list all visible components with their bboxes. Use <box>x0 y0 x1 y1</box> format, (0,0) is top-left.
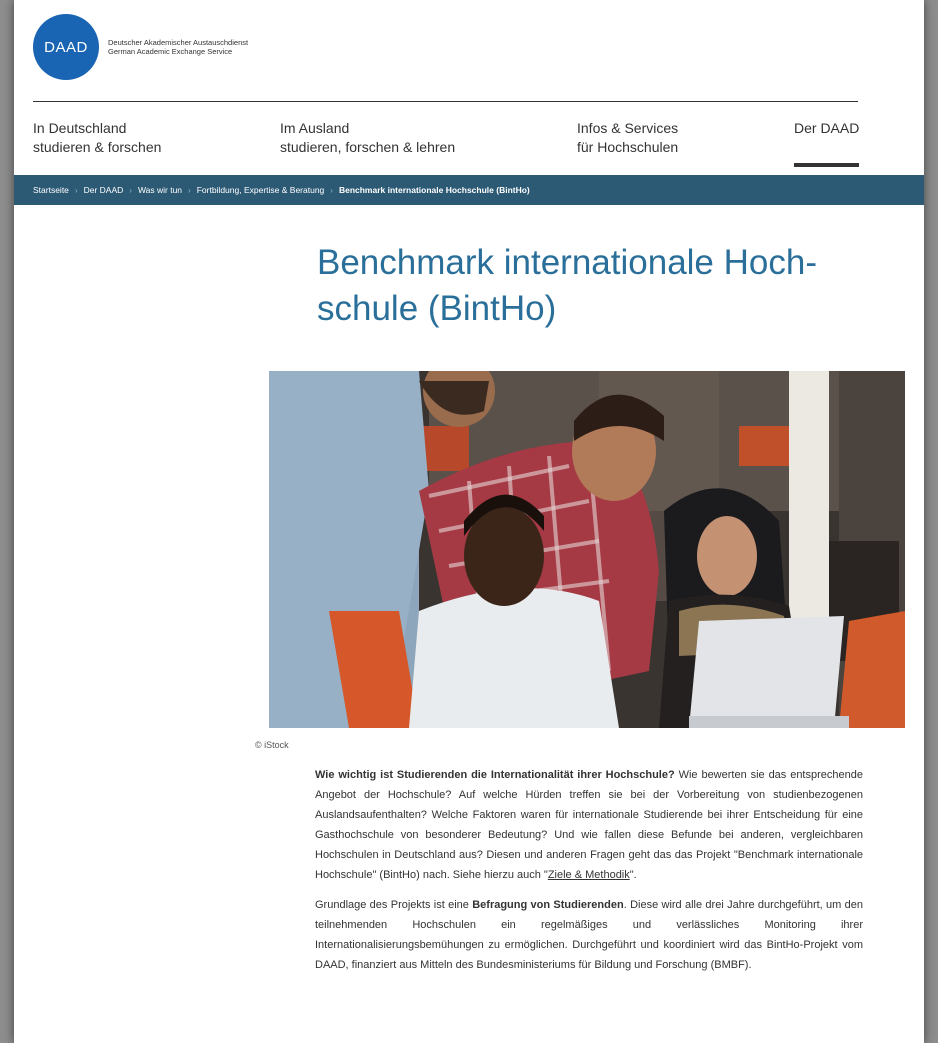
nav-label-line2: studieren & forschen <box>33 139 162 155</box>
chevron-right-icon: › <box>74 185 78 195</box>
nav-item-infos-services[interactable]: Infos & Services für Hochschulen <box>577 119 678 157</box>
nav-item-der-daad[interactable]: Der DAAD <box>794 119 860 167</box>
nav-label-line2: für Hochschulen <box>577 139 679 155</box>
page-title-line2: schule (BintHo) <box>317 289 557 328</box>
nav-label-line2: studieren, forschen & lehren <box>280 139 456 155</box>
nav-label-line1: Infos & Services <box>577 120 679 136</box>
hero-image <box>269 371 905 728</box>
breadcrumb: Startseite › Der DAAD › Was wir tun › Fo… <box>14 175 924 205</box>
nav-item-im-ausland[interactable]: Im Ausland studieren, forschen & lehren <box>280 119 455 157</box>
chevron-right-icon: › <box>129 185 132 195</box>
breadcrumb-item[interactable]: Was wir tun <box>138 185 182 195</box>
students-at-laptop-illustration <box>269 371 905 728</box>
header-divider <box>33 101 858 102</box>
org-name-de: Deutscher Akademischer Austauschdienst <box>108 38 249 47</box>
lead-question: Wie wichtig ist Studierenden die Interna… <box>315 769 675 781</box>
article-paragraph: Wie wichtig ist Studierenden die Interna… <box>315 765 863 885</box>
nav-label-line1: Im Ausland <box>280 120 350 136</box>
page-title-line1: Benchmark internationale Hoch- <box>317 243 817 282</box>
article-body: Wie wichtig ist Studierenden die Interna… <box>315 765 863 985</box>
paragraph-text-end: ". <box>629 869 637 881</box>
logo-text: DAAD <box>44 38 88 56</box>
page-frame: DAAD Deutscher Akademischer Austauschdie… <box>14 0 924 1043</box>
chevron-right-icon: › <box>330 185 333 195</box>
chevron-right-icon: › <box>188 185 191 195</box>
breadcrumb-item[interactable]: Startseite <box>33 185 69 195</box>
nav-label-line1: In Deutschland <box>33 120 127 136</box>
paragraph-text: Grundlage des Projekts ist eine <box>315 899 473 911</box>
page-title: Benchmark internationale Hoch- schule (B… <box>317 240 837 332</box>
paragraph-text: Wie bewerten sie das entsprechende Angeb… <box>315 769 863 881</box>
ziele-methodik-link[interactable]: Ziele & Methodik <box>548 869 630 881</box>
nav-item-in-deutschland[interactable]: In Deutschland studieren & forschen <box>33 119 161 157</box>
breadcrumb-item[interactable]: Fortbildung, Expertise & Beratung <box>197 185 325 195</box>
image-credit: © iStock <box>255 740 289 750</box>
article-paragraph: Grundlage des Projekts ist eine Befragun… <box>315 895 863 975</box>
org-name-en: German Academic Exchange Service <box>108 47 233 56</box>
org-name: Deutscher Akademischer Austauschdienst G… <box>108 38 248 56</box>
breadcrumb-current: Benchmark internationale Hochschule (Bin… <box>338 185 530 195</box>
nav-label-line1: Der DAAD <box>794 120 860 136</box>
daad-logo[interactable]: DAAD <box>33 14 99 80</box>
breadcrumb-item[interactable]: Der DAAD <box>84 185 124 195</box>
emphasis-text: Befragung von Studierenden <box>472 899 624 911</box>
